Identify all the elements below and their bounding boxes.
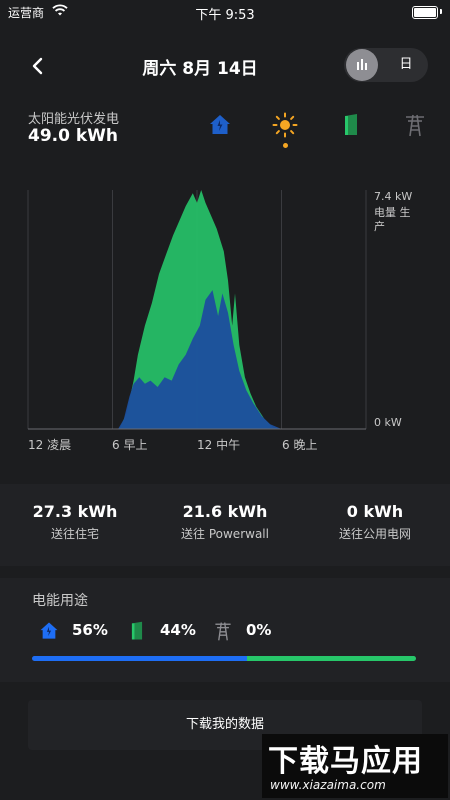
watermark-text: 下载马应用 [268,744,423,779]
home-icon[interactable] [207,112,233,138]
battery-icon [412,6,438,19]
stat-value: 21.6 kWh [182,502,268,521]
watermark-logo: 下载马应用 www.xiazaima.com [262,734,448,798]
stat-to-home: 27.3 kWh 送往住宅 [0,502,150,542]
battery-tip [440,9,442,14]
power-tower-icon[interactable] [402,112,428,138]
usage-bar-home [32,656,248,661]
stat-label: 送往 Powerwall [181,527,269,541]
bar-chart-icon[interactable] [346,49,378,81]
view-toggle: 日 [344,48,428,82]
battery-icon [126,620,148,642]
stat-to-powerwall: 21.6 kWh 送往 Powerwall [150,502,300,542]
usage-grid-percent: 0% [246,621,272,639]
usage-home: 56% [38,618,108,642]
day-toggle-button[interactable]: 日 [388,48,424,82]
x-tick-label: 6 早上 [112,438,148,452]
stat-label: 送往公用电网 [338,527,411,541]
usage-home-percent: 56% [72,621,108,639]
x-tick-label: 6 晚上 [282,438,318,452]
y-tick-label: 7.4 kW [374,190,413,203]
page-title: 周六 8月 14日 [142,59,258,79]
usage-progress-bar [32,656,416,661]
y-tick-label: 0 kW [374,416,402,429]
usage-bar-powerwall [247,656,416,661]
battery-icon[interactable] [338,112,364,138]
status-time: 下午 9:53 [195,8,255,23]
stat-value: 0 kWh [346,502,404,521]
power-tower-icon [212,620,234,642]
x-tick-label: 12 中午 [197,438,241,452]
stat-value: 27.3 kWh [32,502,118,521]
stat-label: 送往住宅 [50,527,99,541]
home-icon [38,620,60,642]
usage-powerwall: 44% [126,618,196,642]
usage-grid: 0% [212,618,271,642]
energy-destination-panel: 27.3 kWh 送往住宅 21.6 kWh 送往 Powerwall 0 kW… [0,484,450,566]
x-tick-label: 12 凌晨 [28,438,72,452]
usage-title: 电能用途 [32,593,88,609]
y-axis-label: 电量 生产 [374,206,411,233]
watermark-url: www.xiazaima.com [270,778,386,792]
stat-to-grid: 0 kWh 送往公用电网 [300,502,450,542]
energy-usage-panel: 电能用途 56% 44% 0% [0,578,450,682]
selected-indicator-dot [283,143,288,148]
solar-total-value: 49.0 kWh [28,126,119,146]
status-bar: 运营商 下午 9:53 [0,0,450,24]
sun-icon[interactable] [272,112,298,138]
solar-label: 太阳能光伏发电 [28,112,120,127]
usage-powerwall-percent: 44% [160,621,196,639]
